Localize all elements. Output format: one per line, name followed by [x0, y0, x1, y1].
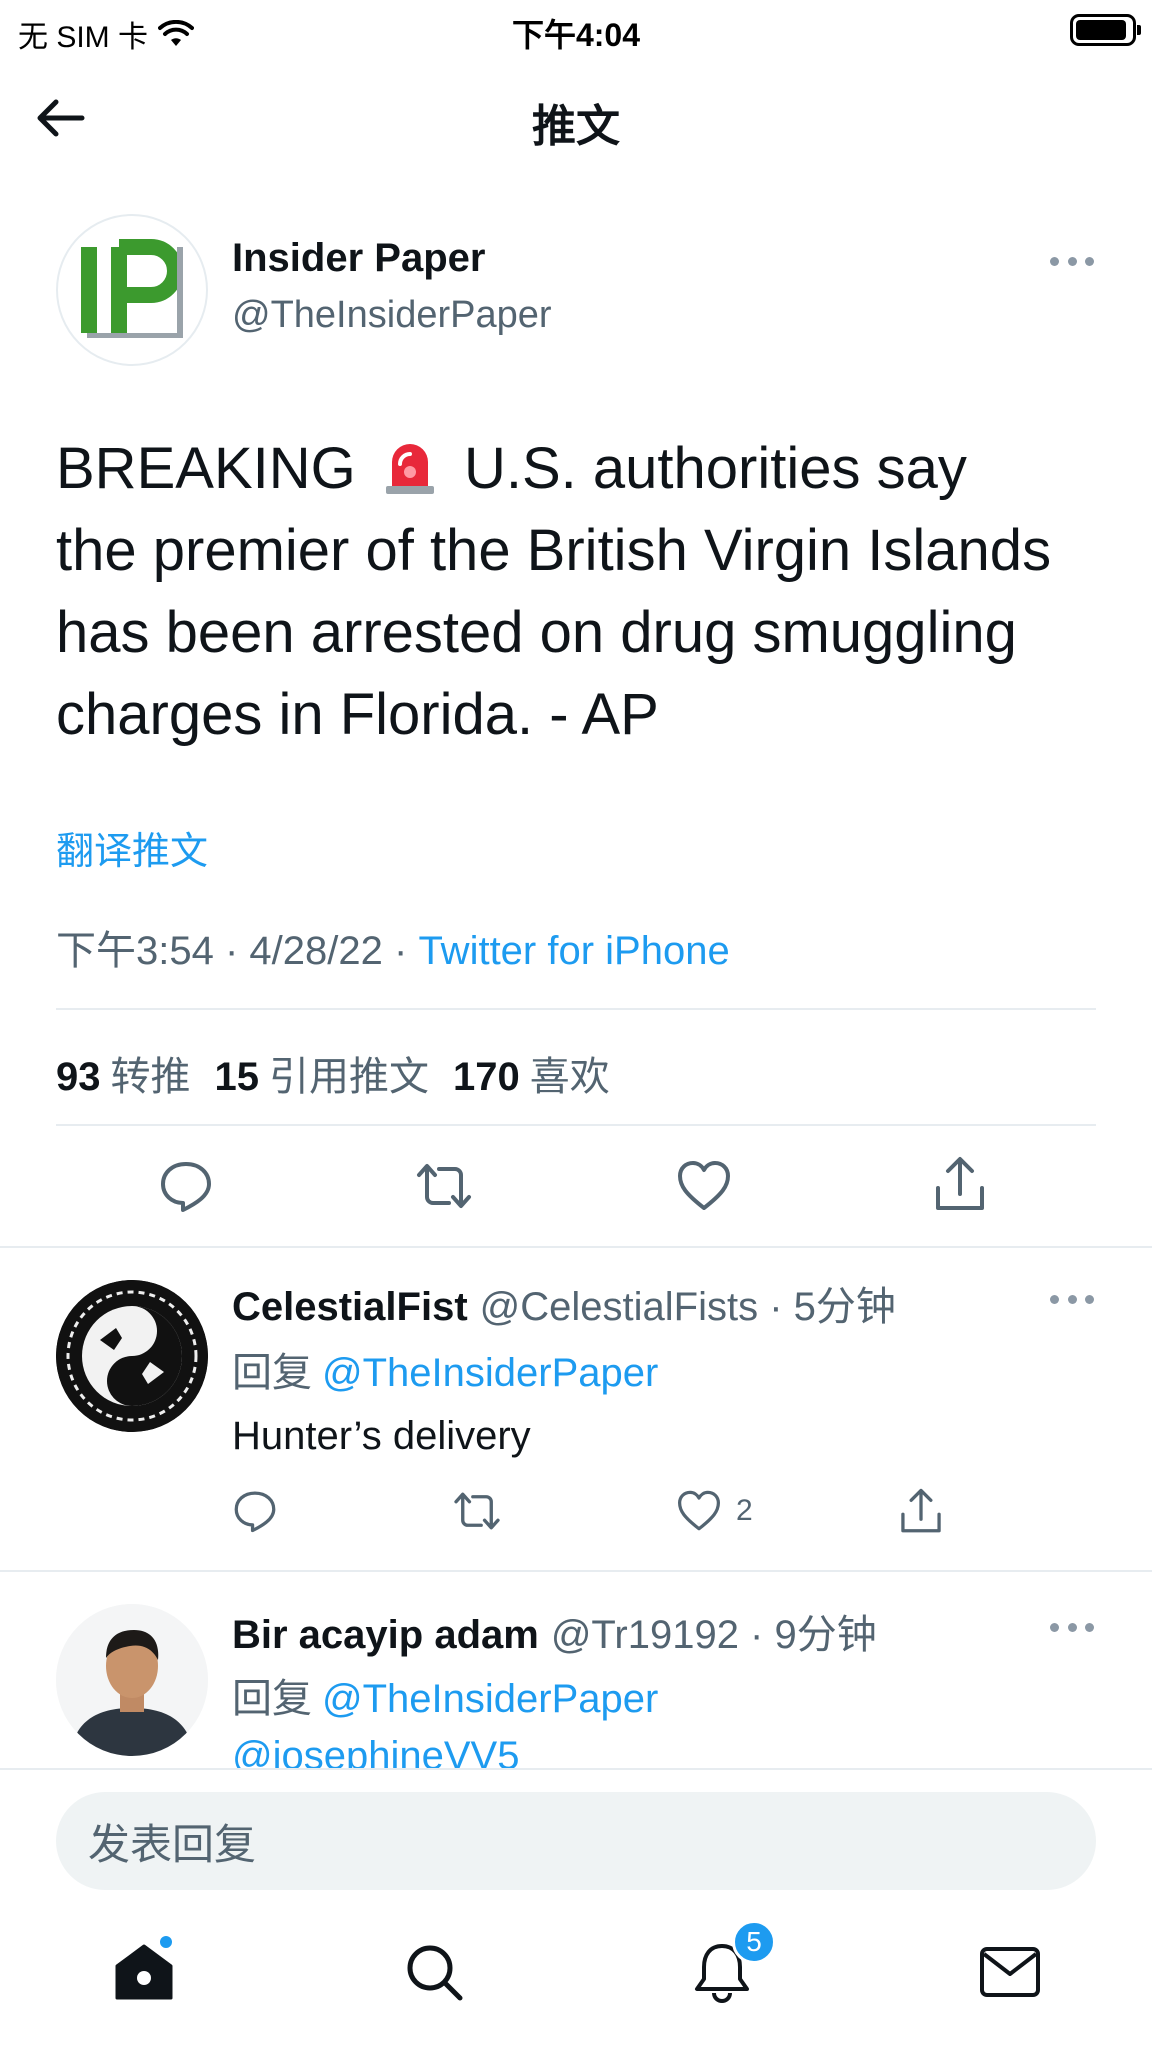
- meta-separator: ·: [224, 929, 250, 973]
- replying-prefix: 回复: [232, 1351, 312, 1395]
- retweets-stat[interactable]: 93 转推: [56, 1044, 191, 1102]
- quotes-label: 引用推文: [269, 1055, 429, 1099]
- page-title: 推文: [532, 102, 620, 151]
- tweet-stats: 93 转推 15 引用推文 170 喜欢: [56, 1044, 610, 1102]
- likes-count: 170: [453, 1055, 520, 1099]
- retweet-button[interactable]: [412, 1156, 476, 1216]
- tweet-date: 4/28/22: [249, 929, 383, 973]
- tweet-time: 下午3:54: [56, 929, 214, 973]
- reply-author-name[interactable]: Bir acayip adam: [232, 1613, 539, 1657]
- tab-messages[interactable]: [978, 1940, 1042, 2004]
- reply-time: 5分钟: [793, 1285, 896, 1329]
- reply-retweet-button[interactable]: [450, 1486, 504, 1536]
- author-name[interactable]: Insider Paper: [232, 236, 485, 281]
- home-unread-dot: [158, 1934, 174, 1950]
- tab-search[interactable]: [402, 1940, 466, 2004]
- reply-header: CelestialFist @CelestialFists · 5分钟: [232, 1274, 896, 1332]
- reply-button[interactable]: [156, 1156, 216, 1216]
- divider: [0, 1768, 1152, 1770]
- likes-label: 喜欢: [529, 1055, 610, 1099]
- author-handle[interactable]: @TheInsiderPaper: [232, 294, 552, 337]
- tweet-source-link[interactable]: Twitter for iPhone: [418, 929, 729, 973]
- comment-icon: [161, 1162, 211, 1212]
- reply-text: Hunter’s delivery: [232, 1414, 531, 1458]
- reply-clip-region: Bir acayip adam @Tr19192 · 9分钟 回复 @TheInsi…: [0, 1572, 1152, 1768]
- tab-home[interactable]: [112, 1934, 176, 2004]
- status-time: 下午4:04: [511, 17, 641, 53]
- translate-tweet-link[interactable]: 翻译推文: [56, 820, 208, 875]
- reply-author-handle[interactable]: @Tr19192: [551, 1613, 739, 1657]
- home-icon: [115, 1944, 173, 2000]
- quotes-count: 15: [214, 1055, 260, 1099]
- retweets-count: 93: [56, 1055, 101, 1099]
- share-icon: [901, 1488, 941, 1533]
- reply-author-name[interactable]: CelestialFist: [232, 1285, 468, 1329]
- more-options-icon[interactable]: [1050, 254, 1094, 268]
- author-avatar[interactable]: [56, 214, 208, 366]
- battery-icon: [1070, 14, 1141, 46]
- meta-separator: ·: [758, 1285, 794, 1329]
- status-bar: 无 SIM 卡 下午4:04: [0, 0, 1152, 60]
- meta-separator: ·: [738, 1613, 775, 1657]
- retweet-icon: [417, 1164, 471, 1208]
- bottom-bar: 发表回复: [0, 1768, 1152, 2048]
- like-button[interactable]: [674, 1156, 734, 1216]
- heart-icon: [678, 1490, 720, 1531]
- replying-to: 回复 @TheInsiderPaper: [232, 1340, 658, 1398]
- reply-more-options-icon[interactable]: [1050, 1620, 1094, 1634]
- mail-icon: [980, 1947, 1040, 1997]
- reply-like-count: 2: [736, 1494, 753, 1527]
- retweet-icon: [454, 1492, 500, 1530]
- reply-text[interactable]: @josephineVV5: [232, 1734, 519, 1768]
- reply-compose-input[interactable]: 发表回复: [56, 1792, 1096, 1890]
- quotes-stat[interactable]: 15 引用推文: [215, 1044, 430, 1102]
- reply-reply-button[interactable]: [230, 1486, 280, 1536]
- reply-time: 9分钟: [774, 1613, 877, 1657]
- notifications-badge: 5: [732, 1920, 776, 1964]
- replying-prefix: 回复: [232, 1677, 312, 1721]
- reply-more-options-icon[interactable]: [1050, 1292, 1094, 1306]
- reply-avatar[interactable]: [56, 1604, 208, 1756]
- heart-icon: [678, 1161, 730, 1210]
- replying-to-mention[interactable]: @TheInsiderPaper: [322, 1351, 658, 1395]
- tweet-meta: 下午3:54 · 4/28/22 · Twitter for iPhone: [56, 918, 730, 976]
- replying-to-mention[interactable]: @TheInsiderPaper: [322, 1677, 658, 1721]
- meta-separator: ·: [394, 929, 419, 973]
- person-photo-avatar: [56, 1604, 208, 1756]
- header: 推文: [0, 70, 1152, 166]
- likes-stat[interactable]: 170 喜欢: [453, 1044, 610, 1102]
- share-button[interactable]: [930, 1152, 990, 1216]
- replying-to: 回复 @TheInsiderPaper: [232, 1666, 658, 1724]
- reply-share-button[interactable]: [896, 1484, 946, 1538]
- tweet-text-lead: BREAKING: [56, 436, 356, 501]
- reply-like-button[interactable]: 2: [676, 1486, 796, 1536]
- wolf-emblem-avatar: [56, 1280, 208, 1432]
- reply-avatar[interactable]: [56, 1280, 208, 1432]
- tweet-text: BREAKING U.S. authorities say the premie…: [56, 428, 1056, 756]
- search-icon: [407, 1945, 463, 2001]
- divider: [0, 1246, 1152, 1248]
- tab-notifications[interactable]: 5: [690, 1920, 776, 2004]
- share-icon: [936, 1157, 984, 1210]
- divider: [56, 1124, 1096, 1126]
- comment-icon: [234, 1491, 276, 1533]
- reply-header: Bir acayip adam @Tr19192 · 9分钟: [232, 1602, 877, 1660]
- reply-author-handle[interactable]: @CelestialFists: [480, 1285, 758, 1329]
- siren-emoji-icon: [382, 436, 438, 496]
- insider-paper-logo: [81, 239, 183, 338]
- retweets-label: 转推: [110, 1055, 191, 1099]
- divider: [56, 1008, 1096, 1010]
